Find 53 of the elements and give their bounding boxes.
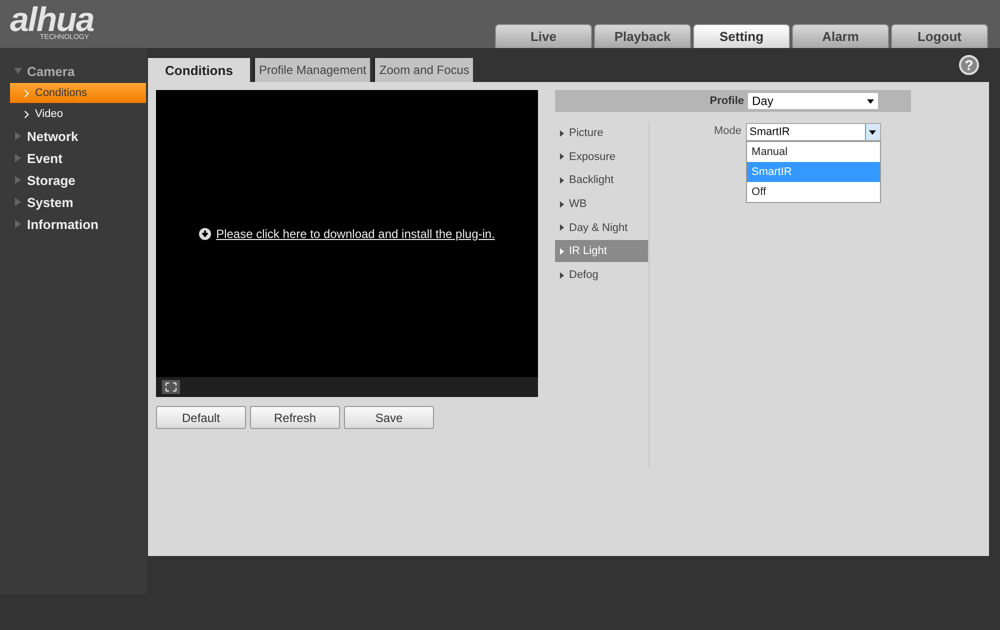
dropdown-option[interactable]: Off [746,182,880,202]
action-button[interactable]: Save [344,406,434,429]
triangle-icon [560,176,564,184]
mode-label: Mode [714,124,742,139]
triangle-icon [14,132,22,140]
sidebar-item[interactable]: Camera [0,60,147,82]
nav-tab[interactable]: Logout [891,24,988,48]
triangle-icon [14,67,22,75]
category-item[interactable]: Backlight [555,169,648,192]
mode-select[interactable]: SmartIR [746,123,881,141]
category-item[interactable]: Defog [555,264,648,286]
dropdown-option[interactable]: Manual [746,142,880,162]
triangle-icon [560,272,564,279]
triangle-icon [560,153,564,160]
triangle-icon [14,198,22,206]
triangle-icon [560,130,564,136]
chevron-icon [24,110,29,118]
profile-label: Profile [710,95,744,107]
sidebar-subitem[interactable]: Video [10,104,146,124]
triangle-icon [14,154,22,162]
nav-tab[interactable]: Setting [693,24,790,48]
nav-tab[interactable]: Alarm [792,24,889,48]
download-icon [199,228,212,240]
category-item[interactable]: Exposure [555,146,648,168]
plugin-link[interactable]: Please click here to download and install the plug-in. [216,226,495,240]
sidebar-item[interactable]: Information [0,213,147,235]
triangle-icon [560,248,564,255]
sidebar-item[interactable]: Storage [0,169,147,191]
category-item[interactable]: WB [555,193,648,216]
dropdown-arrow-icon [867,98,874,104]
sidebar-item[interactable]: Event [0,147,147,169]
fullscreen-icon[interactable] [162,380,180,394]
triangle-icon [560,200,564,208]
tab[interactable]: Conditions [148,58,250,82]
tab[interactable]: Profile Management [253,58,370,82]
triangle-icon [14,220,22,228]
sidebar-item[interactable]: Network [0,125,147,147]
triangle-icon [560,224,564,232]
triangle-icon [14,176,22,184]
profile-select[interactable]: Day [748,93,878,109]
chevron-icon [24,88,29,98]
category-item[interactable]: Day & Night [555,216,648,239]
nav-tab[interactable]: Playback [594,24,691,48]
sidebar-item[interactable]: System [0,191,147,213]
tab[interactable]: Zoom and Focus [373,58,474,82]
action-button[interactable]: Default [156,406,246,429]
category-item[interactable]: Picture [555,122,648,144]
dropdown-arrow-icon [869,130,876,134]
help-button[interactable]: ? [959,55,979,75]
nav-tab[interactable]: Live [495,24,592,48]
category-item[interactable]: IR Light [555,240,648,262]
action-button[interactable]: Refresh [250,406,340,429]
sidebar-subitem[interactable]: Conditions [10,83,146,103]
